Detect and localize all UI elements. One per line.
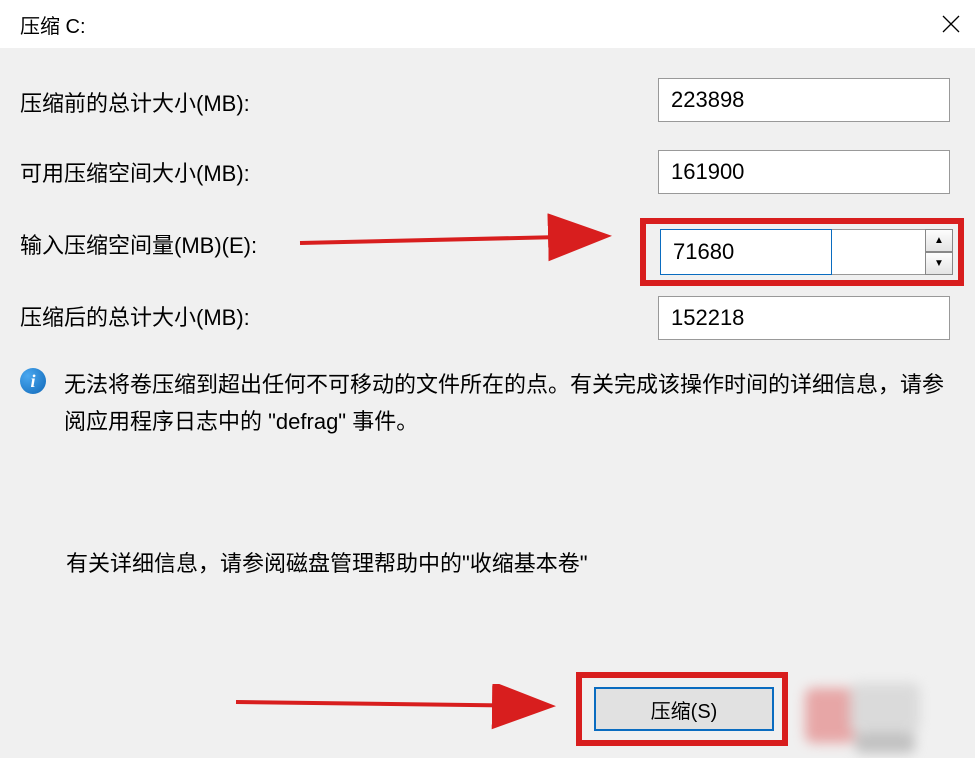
info-text: 无法将卷压缩到超出任何不可移动的文件所在的点。有关完成该操作时间的详细信息，请参…: [64, 366, 955, 441]
value-total-after: 152218: [671, 305, 744, 331]
field-total-after: 152218: [658, 296, 950, 340]
close-icon: [941, 14, 961, 34]
highlight-box-input: ▲ ▼: [640, 218, 964, 286]
titlebar: 压缩 C:: [0, 0, 975, 48]
close-button[interactable]: [927, 0, 975, 48]
annotation-arrow-2: [230, 684, 570, 734]
shrink-button[interactable]: 压缩(S): [594, 687, 774, 731]
dialog-content: 压缩前的总计大小(MB): 223898 可用压缩空间大小(MB): 16190…: [0, 48, 975, 733]
label-available: 可用压缩空间大小(MB):: [20, 156, 250, 188]
label-enter-amount: 输入压缩空间量(MB)(E):: [20, 228, 257, 260]
label-total-before: 压缩前的总计大小(MB):: [20, 86, 250, 118]
info-row: i 无法将卷压缩到超出任何不可移动的文件所在的点。有关完成该操作时间的详细信息，…: [20, 366, 955, 441]
shrink-amount-input[interactable]: [660, 229, 832, 275]
field-total-before: 223898: [658, 78, 950, 122]
chevron-down-icon: ▼: [934, 258, 944, 269]
value-available: 161900: [671, 159, 744, 185]
info-icon: i: [20, 368, 46, 394]
spinner: ▲ ▼: [925, 229, 953, 275]
spinner-up-button[interactable]: ▲: [925, 229, 953, 252]
highlight-box-button: 压缩(S): [576, 672, 788, 746]
obscured-region: [795, 678, 945, 758]
label-total-after: 压缩后的总计大小(MB):: [20, 300, 250, 332]
spinner-down-button[interactable]: ▼: [925, 252, 953, 275]
chevron-up-icon: ▲: [934, 235, 944, 246]
help-text: 有关详细信息，请参阅磁盘管理帮助中的"收缩基本卷": [66, 546, 588, 578]
value-total-before: 223898: [671, 87, 744, 113]
window-title: 压缩 C:: [20, 10, 86, 39]
field-available: 161900: [658, 150, 950, 194]
